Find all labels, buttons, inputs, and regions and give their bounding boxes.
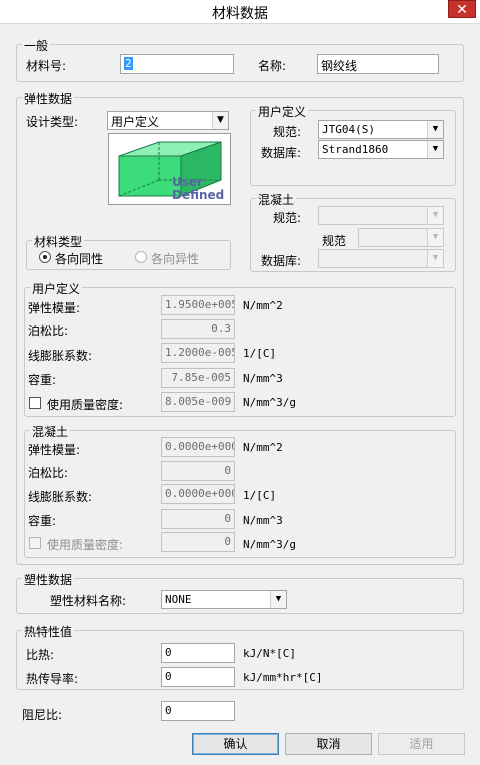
- ud-thermal-expansion-label: 线膨胀系数:: [28, 349, 93, 363]
- name-input[interactable]: 钢绞线: [317, 54, 439, 74]
- chevron-down-icon[interactable]: ▼: [427, 207, 443, 224]
- c-thermal-expansion-unit: 1/[C]: [243, 489, 277, 502]
- c-unit-weight-input[interactable]: 0: [161, 509, 235, 529]
- ud-use-mass-density-label: 使用质量密度:: [47, 398, 124, 412]
- database-label: 数据库:: [261, 146, 302, 160]
- c-poisson-input[interactable]: 0: [161, 461, 235, 481]
- c-elastic-modulus-input[interactable]: 0.0000e+000: [161, 437, 235, 457]
- isotropic-radio[interactable]: [39, 251, 51, 263]
- c-thermal-expansion-label: 线膨胀系数:: [28, 490, 93, 504]
- database-value: Strand1860: [322, 143, 389, 156]
- c-mass-density-input[interactable]: 0: [161, 532, 235, 552]
- c-unit-weight-unit: N/mm^3: [243, 514, 283, 527]
- cancel-button[interactable]: 取消: [285, 733, 372, 755]
- elastic-group-label: 弹性数据: [22, 90, 75, 107]
- user-defined-image: User Defined: [108, 133, 231, 205]
- ud-elastic-modulus-input[interactable]: 1.9500e+005: [161, 295, 235, 315]
- user-defined-db-label: 用户定义: [256, 103, 309, 120]
- plastic-group-label: 塑性数据: [22, 571, 75, 588]
- c-thermal-expansion-input[interactable]: 0.0000e+000: [161, 484, 235, 504]
- c-poisson-label: 泊松比:: [28, 466, 69, 480]
- apply-button[interactable]: 适用: [378, 733, 465, 755]
- c-elastic-modulus-label: 弹性模量:: [28, 443, 81, 457]
- design-type-label: 设计类型:: [26, 115, 79, 129]
- c-elastic-modulus-unit: N/mm^2: [243, 441, 283, 454]
- plastic-name-value: NONE: [165, 593, 192, 606]
- ud-use-mass-density-checkbox[interactable]: [29, 397, 41, 409]
- design-type-select[interactable]: 用户定义 ▼: [107, 111, 229, 130]
- standard-label: 规范:: [273, 125, 302, 139]
- ud-poisson-label: 泊松比:: [28, 324, 69, 338]
- concrete-standard-label: 规范:: [273, 211, 302, 225]
- specific-heat-unit: kJ/N*[C]: [243, 647, 296, 660]
- window-title: 材料数据: [212, 6, 268, 22]
- material-no-label: 材料号:: [26, 59, 67, 73]
- ok-button[interactable]: 确认: [192, 733, 279, 755]
- user-defined-text-line2: Defined: [172, 188, 225, 202]
- ud-unit-weight-input[interactable]: 7.85e-005: [161, 368, 235, 388]
- concrete-props-label: 混凝土: [30, 423, 71, 440]
- thermal-group: [16, 630, 464, 690]
- specific-heat-label: 比热:: [26, 648, 55, 662]
- chevron-down-icon[interactable]: ▼: [212, 112, 228, 129]
- concrete-db-label: 混凝土: [256, 191, 297, 208]
- standard-select[interactable]: JTG04(S) ▼: [318, 120, 444, 139]
- ud-thermal-expansion-unit: 1/[C]: [243, 347, 277, 360]
- plastic-name-select[interactable]: NONE ▼: [161, 590, 287, 609]
- chevron-down-icon[interactable]: ▼: [427, 229, 443, 246]
- c-use-mass-density-label: 使用质量密度:: [47, 538, 124, 552]
- chevron-down-icon[interactable]: ▼: [427, 141, 443, 158]
- c-use-mass-density-checkbox[interactable]: [29, 537, 41, 549]
- ud-elastic-modulus-unit: N/mm^2: [243, 299, 283, 312]
- specific-heat-input[interactable]: 0: [161, 643, 235, 663]
- standard-value: JTG04(S): [322, 123, 375, 136]
- chevron-down-icon[interactable]: ▼: [270, 591, 286, 608]
- material-type-label: 材料类型: [32, 233, 85, 250]
- database-select[interactable]: Strand1860 ▼: [318, 140, 444, 159]
- concrete-sub-standard-select[interactable]: ▼: [358, 228, 444, 247]
- ud-mass-density-unit: N/mm^3/g: [243, 396, 296, 409]
- ud-unit-weight-label: 容重:: [28, 373, 57, 387]
- design-type-value: 用户定义: [111, 115, 160, 129]
- title-bar: 材料数据 ✕: [0, 0, 480, 24]
- ud-poisson-input[interactable]: 0.3: [161, 319, 235, 339]
- ud-unit-weight-unit: N/mm^3: [243, 372, 283, 385]
- c-unit-weight-label: 容重:: [28, 514, 57, 528]
- thermal-group-label: 热特性值: [22, 623, 75, 640]
- user-defined-props-label: 用户定义: [30, 280, 83, 297]
- conductivity-unit: kJ/mm*hr*[C]: [243, 671, 323, 684]
- anisotropic-radio[interactable]: [135, 251, 147, 263]
- concrete-standard-select[interactable]: ▼: [318, 206, 444, 225]
- conductivity-input[interactable]: 0: [161, 667, 235, 687]
- conductivity-label: 热传导率:: [26, 672, 79, 686]
- plastic-name-label: 塑性材料名称:: [50, 594, 127, 608]
- concrete-sub-standard-label: 规范: [322, 234, 347, 248]
- general-group-label: 一般: [22, 37, 51, 54]
- close-button[interactable]: ✕: [448, 0, 476, 18]
- anisotropic-label: 各向异性: [151, 252, 200, 266]
- ud-mass-density-input[interactable]: 8.005e-009: [161, 392, 235, 412]
- ud-thermal-expansion-input[interactable]: 1.2000e-005: [161, 343, 235, 363]
- name-label: 名称:: [258, 59, 287, 73]
- material-no-input[interactable]: 2: [120, 54, 234, 74]
- material-no-value: 2: [124, 57, 133, 70]
- concrete-database-select[interactable]: ▼: [318, 249, 444, 268]
- chevron-down-icon[interactable]: ▼: [427, 121, 443, 138]
- ud-elastic-modulus-label: 弹性模量:: [28, 301, 81, 315]
- isotropic-label: 各向同性: [55, 252, 104, 266]
- concrete-database-label: 数据库:: [261, 254, 302, 268]
- damping-input[interactable]: 0: [161, 701, 235, 721]
- damping-label: 阻尼比:: [22, 708, 63, 722]
- chevron-down-icon[interactable]: ▼: [427, 250, 443, 267]
- c-mass-density-unit: N/mm^3/g: [243, 538, 296, 551]
